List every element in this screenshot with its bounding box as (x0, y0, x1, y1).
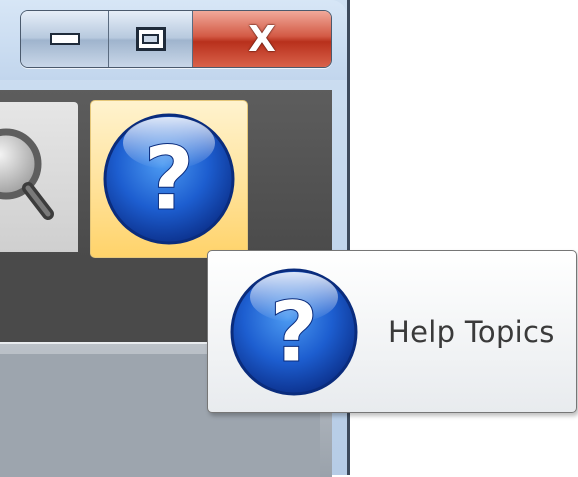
tooltip-label: Help Topics (388, 315, 555, 349)
help-tooltip: ? Help Topics (207, 250, 577, 413)
svg-text:?: ? (143, 127, 194, 230)
title-bar: X (0, 0, 347, 80)
close-button[interactable]: X (193, 11, 331, 67)
maximize-button[interactable] (109, 11, 193, 67)
minimize-icon (49, 33, 80, 45)
close-icon: X (248, 18, 276, 60)
help-icon: ? (103, 113, 235, 245)
search-button[interactable] (0, 102, 78, 252)
help-icon: ? (230, 268, 358, 396)
search-icon (0, 128, 54, 220)
maximize-icon (135, 27, 166, 51)
svg-text:?: ? (270, 283, 319, 381)
toolbar: ? (0, 90, 332, 260)
caption-buttons: X (20, 10, 332, 68)
minimize-button[interactable] (21, 11, 109, 67)
help-button[interactable]: ? (90, 100, 248, 258)
